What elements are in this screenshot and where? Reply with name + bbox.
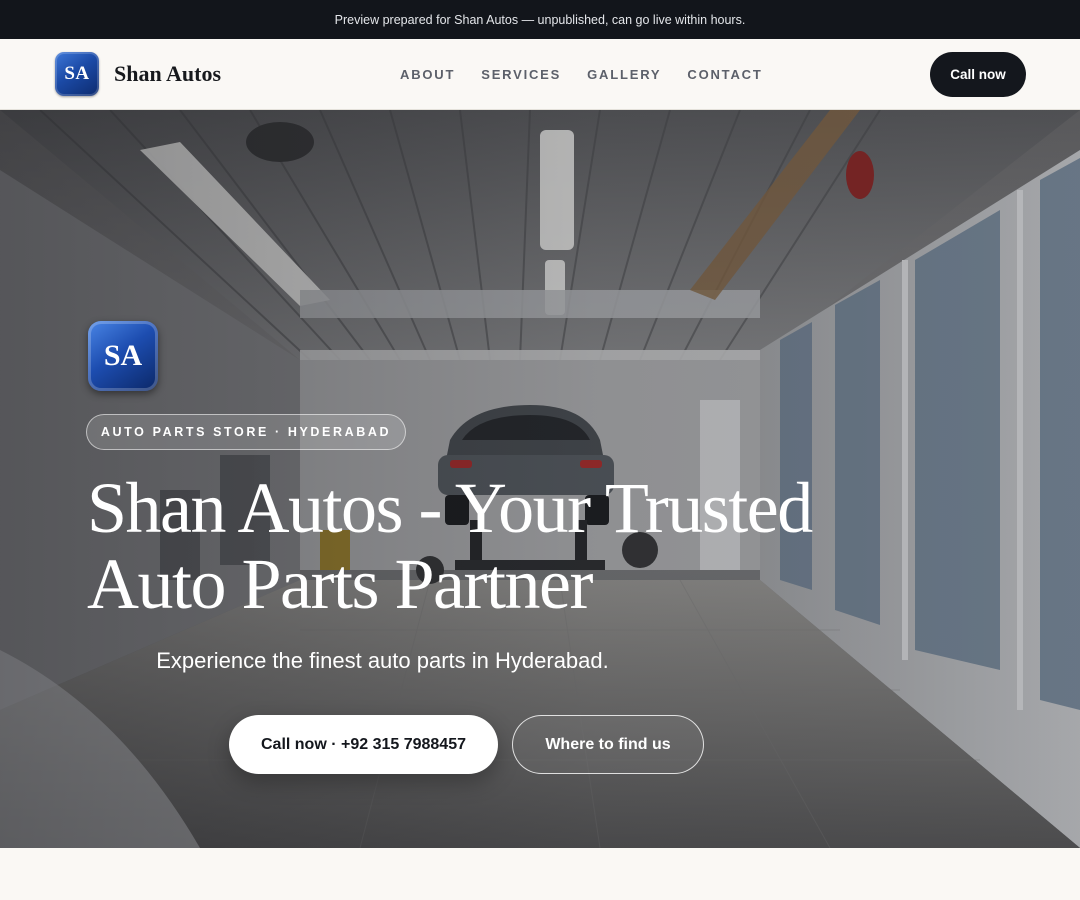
brand-logo: SA [55, 52, 99, 96]
hero-subtitle: Experience the finest auto parts in Hyde… [156, 648, 609, 673]
nav-services[interactable]: SERVICES [481, 67, 561, 82]
site-header: SA Shan Autos ABOUT SERVICES GALLERY CON… [0, 39, 1080, 110]
hero-location-button[interactable]: Where to find us [512, 715, 704, 774]
nav-contact[interactable]: CONTACT [687, 67, 762, 82]
next-section [0, 848, 1080, 900]
main-nav: ABOUT SERVICES GALLERY CONTACT [400, 39, 789, 109]
preview-banner: Preview prepared for Shan Autos — unpubl… [0, 0, 1080, 39]
hero-logo: SA [88, 321, 158, 391]
nav-gallery[interactable]: GALLERY [587, 67, 661, 82]
hero-call-button[interactable]: Call now · +92 315 7988457 [229, 715, 498, 774]
hero-title-line-1: Shan Autos - Your Trusted [87, 468, 813, 548]
brand-name: Shan Autos [114, 61, 222, 86]
header-call-button[interactable]: Call now [930, 52, 1026, 97]
hero-category-badge: AUTO PARTS STORE · HYDERABAD [86, 414, 406, 450]
hero-title: Shan Autos - Your Trusted Auto Parts Par… [87, 470, 987, 622]
brand-home-link[interactable]: SA Shan Autos [55, 52, 221, 96]
nav-about[interactable]: ABOUT [400, 67, 455, 82]
preview-banner-text: Preview prepared for Shan Autos — unpubl… [334, 12, 746, 27]
hero-title-line-2: Auto Parts Partner [87, 544, 593, 624]
hero-section: SA AUTO PARTS STORE · HYDERABAD Shan Aut… [0, 110, 1080, 848]
